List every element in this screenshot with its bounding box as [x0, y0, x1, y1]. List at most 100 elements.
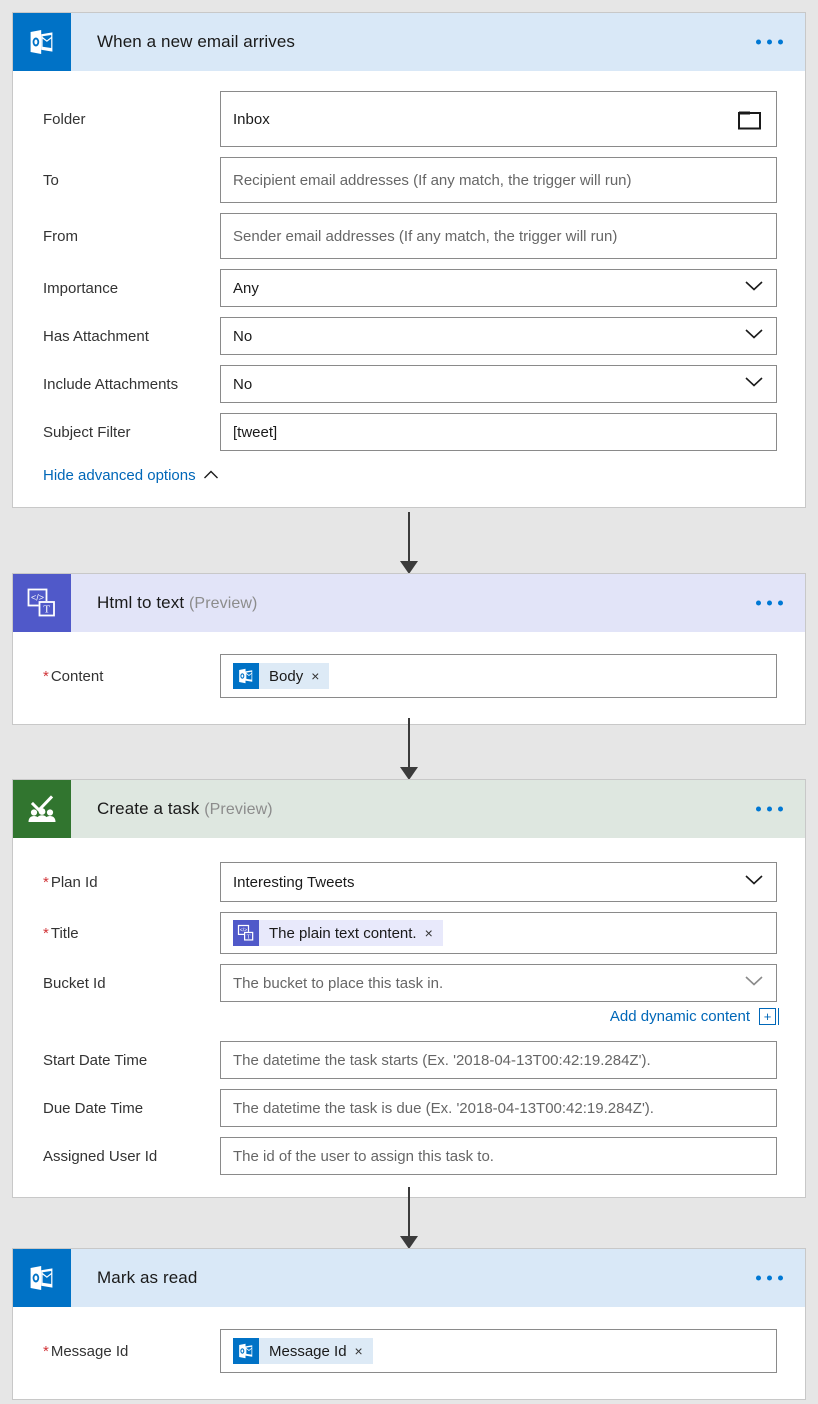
field-label-text: To — [43, 171, 59, 189]
add-dynamic-content-link[interactable]: Add dynamic content — [610, 1008, 750, 1025]
field-control: The id of the user to assign this task t… — [220, 1137, 777, 1175]
start-date-time-input[interactable]: The datetime the task starts (Ex. '2018-… — [220, 1041, 777, 1079]
hide-advanced-options-link[interactable]: Hide advanced options — [43, 467, 219, 484]
ellipsis-icon[interactable] — [750, 32, 789, 53]
card-header[interactable]: Create a task (Preview) — [13, 780, 805, 838]
field-control: </> T The plain text content. × — [220, 912, 777, 954]
field-row-include-attachments: Include Attachments No — [31, 365, 777, 403]
field-label: * Plan Id — [31, 862, 220, 902]
card-header[interactable]: </> T Html to text (Preview) — [13, 574, 805, 632]
card-title-text: Html to text — [97, 593, 185, 612]
card-body: * Message Id Message Id × — [13, 1307, 805, 1399]
planner-icon — [13, 780, 71, 838]
folder-value: Inbox — [233, 110, 270, 128]
field-control: Inbox — [220, 91, 777, 147]
field-label: Assigned User Id — [31, 1137, 220, 1175]
folder-icon[interactable] — [737, 107, 763, 131]
card-title: Create a task (Preview) — [97, 799, 273, 819]
card-header[interactable]: When a new email arrives — [13, 13, 805, 71]
field-label: Start Date Time — [31, 1041, 220, 1079]
card-body: * Plan Id Interesting Tweets * Title </>… — [13, 838, 805, 1197]
field-control: Interesting Tweets — [220, 862, 777, 902]
flow-step-card-trigger-new-email[interactable]: When a new email arrives Folder Inbox To… — [12, 12, 806, 508]
required-marker: * — [43, 667, 49, 685]
field-control: No — [220, 317, 777, 355]
card-body: * Content Body × — [13, 632, 805, 724]
field-row-title: * Title </> T The plain text content. × — [31, 912, 777, 954]
subject-filter-input[interactable]: [tweet] — [220, 413, 777, 451]
close-icon[interactable]: × — [311, 669, 329, 683]
token-label: Body — [269, 667, 304, 685]
subject-filter-value: [tweet] — [233, 423, 278, 441]
card-title-text: When a new email arrives — [97, 32, 295, 51]
field-row-assigned-user-id: Assigned User Id The id of the user to a… — [31, 1137, 777, 1175]
arrow-down-icon — [396, 1187, 422, 1249]
plan-id-select[interactable]: Interesting Tweets — [220, 862, 777, 902]
outlook-icon — [13, 13, 71, 71]
due-date-time-placeholder: The datetime the task is due (Ex. '2018-… — [233, 1099, 654, 1117]
importance-select[interactable]: Any — [220, 269, 777, 307]
field-row-plan-id: * Plan Id Interesting Tweets — [31, 862, 777, 902]
field-row-subject-filter: Subject Filter [tweet] — [31, 413, 777, 451]
title-input[interactable]: </> T The plain text content. × — [220, 912, 777, 954]
has-attachment-select[interactable]: No — [220, 317, 777, 355]
field-row-due-date-time: Due Date Time The datetime the task is d… — [31, 1089, 777, 1127]
from-input[interactable]: Sender email addresses (If any match, th… — [220, 213, 777, 259]
svg-text:T: T — [247, 934, 251, 940]
include-attachments-select[interactable]: No — [220, 365, 777, 403]
field-label: Subject Filter — [31, 413, 220, 451]
field-control: The datetime the task is due (Ex. '2018-… — [220, 1089, 777, 1127]
field-label-text: Include Attachments — [43, 375, 179, 393]
field-label-text: Bucket Id — [43, 974, 106, 992]
assigned-user-id-input[interactable]: The id of the user to assign this task t… — [220, 1137, 777, 1175]
close-icon[interactable]: × — [425, 926, 443, 940]
message-id-input[interactable]: Message Id × — [220, 1329, 777, 1373]
to-input[interactable]: Recipient email addresses (If any match,… — [220, 157, 777, 203]
hide-advanced-options-label: Hide advanced options — [43, 467, 196, 484]
html-to-text-icon: </> T — [13, 574, 71, 632]
flow-step-card-mark-as-read[interactable]: Mark as read * Message Id Message Id × — [12, 1248, 806, 1400]
field-control: The bucket to place this task in. — [220, 964, 777, 1002]
outlook-icon — [13, 1249, 71, 1307]
field-label-text: Message Id — [50, 1342, 129, 1360]
ellipsis-icon[interactable] — [750, 1268, 789, 1289]
field-label-text: Importance — [43, 279, 119, 297]
field-label-text: Start Date Time — [43, 1051, 148, 1069]
add-plus-icon[interactable]: + — [759, 1008, 779, 1025]
required-marker: * — [43, 1342, 49, 1360]
field-row-bucket-id: Bucket Id The bucket to place this task … — [31, 964, 777, 1002]
card-title-text: Create a task — [97, 799, 200, 818]
flow-step-card-create-a-task[interactable]: Create a task (Preview) * Plan Id Interes… — [12, 779, 806, 1198]
folder-input[interactable]: Inbox — [220, 91, 777, 147]
field-label-text: Subject Filter — [43, 423, 131, 441]
content-input[interactable]: Body × — [220, 654, 777, 698]
dynamic-content-token[interactable]: </> T The plain text content. × — [233, 920, 443, 946]
flow-designer-canvas: When a new email arrives Folder Inbox To… — [0, 0, 818, 1404]
card-title: Html to text (Preview) — [97, 593, 257, 613]
arrow-down-icon — [396, 718, 422, 780]
field-control: Message Id × — [220, 1329, 777, 1373]
due-date-time-input[interactable]: The datetime the task is due (Ex. '2018-… — [220, 1089, 777, 1127]
field-row-folder: Folder Inbox — [31, 91, 777, 147]
dynamic-content-token[interactable]: Message Id × — [233, 1338, 373, 1364]
dynamic-content-token[interactable]: Body × — [233, 663, 330, 689]
field-label: To — [31, 157, 220, 203]
card-title: When a new email arrives — [97, 32, 295, 52]
field-label: Has Attachment — [31, 317, 220, 355]
required-marker: * — [43, 873, 49, 891]
field-row-from: From Sender email addresses (If any matc… — [31, 213, 777, 259]
field-row-message-id: * Message Id Message Id × — [31, 1329, 777, 1373]
flow-step-card-html-to-text[interactable]: </> T Html to text (Preview) * Content B… — [12, 573, 806, 725]
card-title: Mark as read — [97, 1268, 197, 1288]
card-preview-label: (Preview) — [189, 595, 258, 612]
ellipsis-icon[interactable] — [750, 799, 789, 820]
field-label-text: Content — [50, 667, 104, 685]
close-icon[interactable]: × — [355, 1344, 373, 1358]
field-label-text: Title — [50, 924, 79, 942]
importance-value: Any — [233, 279, 259, 297]
field-label: * Message Id — [31, 1329, 220, 1373]
include-attachments-value: No — [233, 375, 253, 393]
bucket-id-select[interactable]: The bucket to place this task in. — [220, 964, 777, 1002]
ellipsis-icon[interactable] — [750, 593, 789, 614]
card-header[interactable]: Mark as read — [13, 1249, 805, 1307]
